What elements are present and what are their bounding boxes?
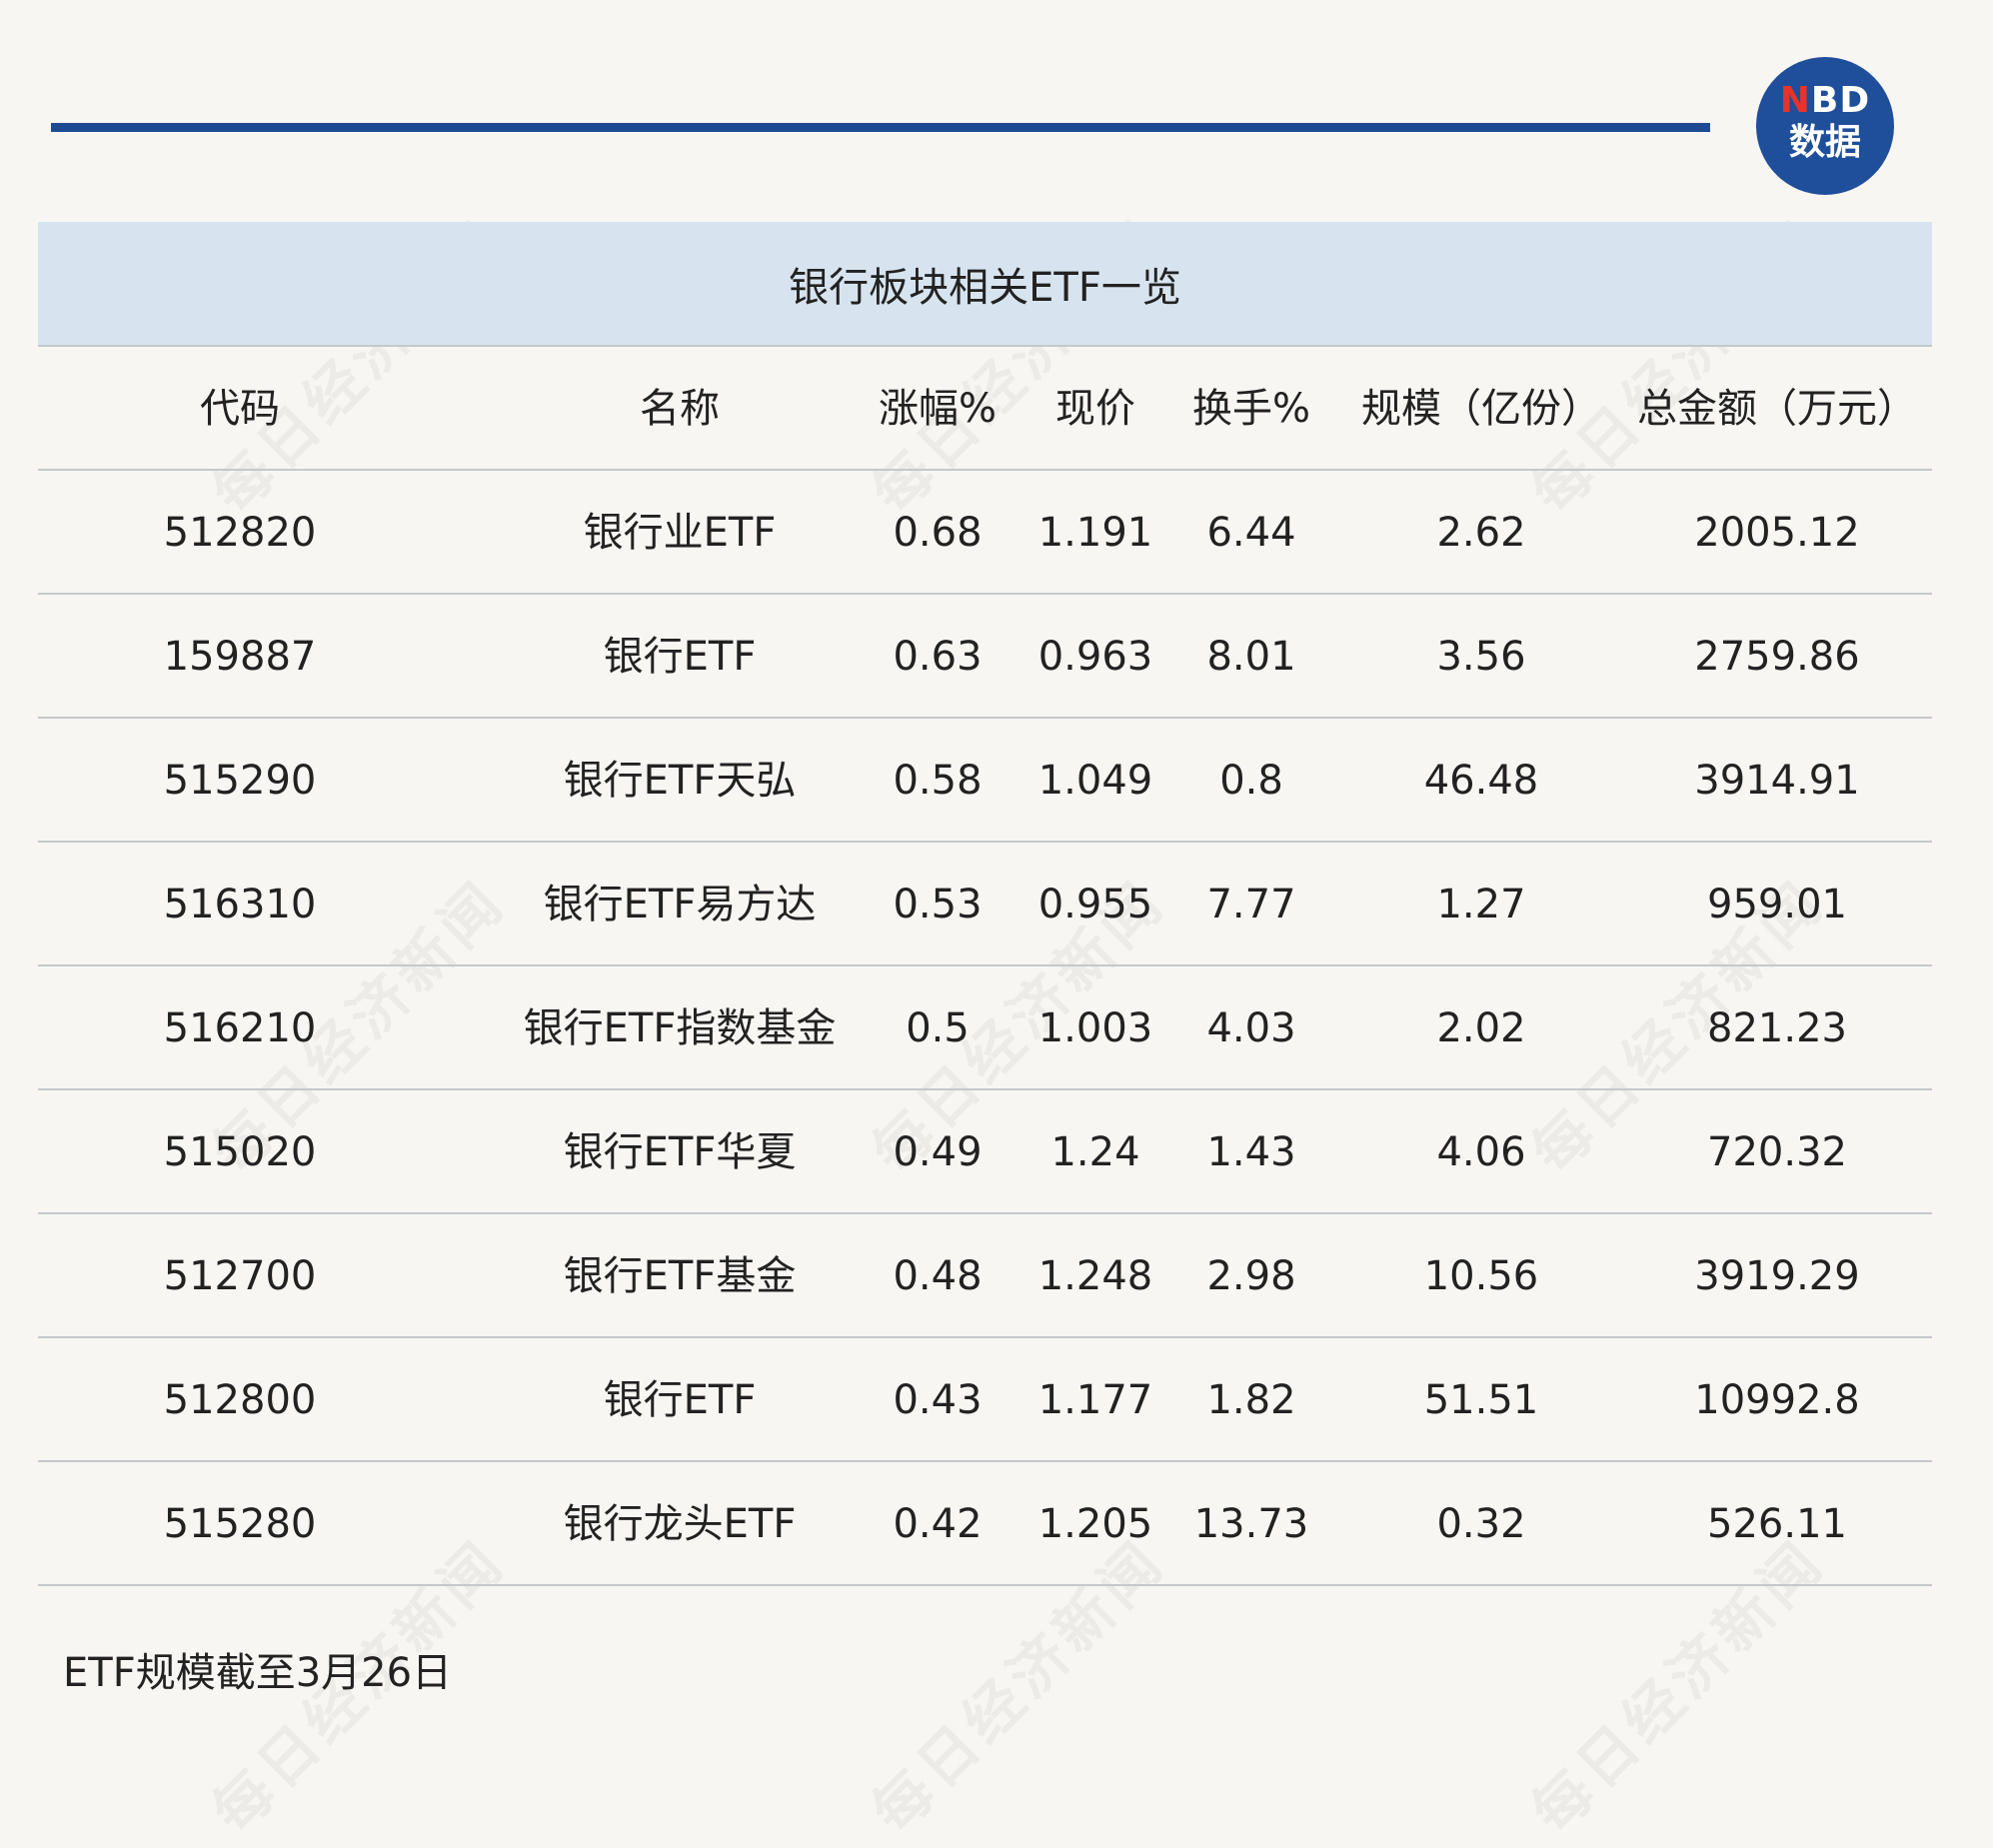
table-row: 516210 银行ETF指数基金 0.5 1.003 4.03 2.02 821.23 xyxy=(38,966,1932,1090)
turnover-pct-cell: 0.8 xyxy=(1219,758,1283,804)
table-row: 515290 银行ETF天弘 0.58 1.049 0.8 46.48 3914.91 xyxy=(38,719,1932,843)
scale-cell: 3.56 xyxy=(1436,634,1526,680)
top-rule xyxy=(51,123,1710,132)
scale-cell: 2.62 xyxy=(1436,510,1526,556)
total-amount-cell: 821.23 xyxy=(1707,1005,1847,1051)
code-cell: 515020 xyxy=(163,1129,317,1175)
table-row: 512820 银行业ETF 0.68 1.191 6.44 2.62 2005.12 xyxy=(38,471,1932,595)
table-row: 512800 银行ETF 0.43 1.177 1.82 51.51 10992.8 xyxy=(38,1338,1932,1462)
header-turnover-pct: 换手% xyxy=(1191,386,1310,432)
scale-cell: 2.02 xyxy=(1436,1005,1526,1051)
total-amount-cell: 2005.12 xyxy=(1694,510,1860,556)
turnover-pct-cell: 2.98 xyxy=(1206,1253,1296,1299)
total-amount-cell: 720.32 xyxy=(1707,1129,1847,1175)
turnover-pct-cell: 13.73 xyxy=(1193,1501,1309,1547)
etf-table: 代码 名称 涨幅% 现价 换手% 规模（亿份） 总金额（万元） 512820 银行… xyxy=(38,347,1932,1586)
table-row: 516310 银行ETF易方达 0.53 0.955 7.77 1.27 959.01 xyxy=(38,843,1932,966)
total-amount-cell: 3914.91 xyxy=(1694,758,1860,804)
logo-line-1: NBD xyxy=(1756,81,1894,121)
code-cell: 512800 xyxy=(163,1377,317,1423)
scale-cell: 51.51 xyxy=(1423,1377,1539,1423)
code-cell: 159887 xyxy=(163,634,317,680)
scale-cell: 4.06 xyxy=(1436,1129,1526,1175)
total-amount-cell: 2759.86 xyxy=(1694,634,1860,680)
turnover-pct-cell: 1.82 xyxy=(1206,1377,1296,1423)
turnover-pct-cell: 1.43 xyxy=(1206,1129,1296,1175)
turnover-pct-cell: 8.01 xyxy=(1206,634,1296,680)
logo-letter-n: N xyxy=(1779,80,1811,121)
table-row: 512700 银行ETF基金 0.48 1.248 2.98 10.56 3919.29 xyxy=(38,1214,1932,1338)
code-cell: 512820 xyxy=(163,510,317,556)
table-title: 银行板块相关ETF一览 xyxy=(38,222,1932,347)
table-row: 515020 银行ETF华夏 0.49 1.24 1.43 4.06 720.32 xyxy=(38,1090,1932,1214)
code-cell: 512700 xyxy=(163,1253,317,1299)
header-scale: 规模（亿份） xyxy=(1361,386,1601,432)
turnover-pct-cell: 7.77 xyxy=(1206,882,1296,927)
total-amount-cell: 959.01 xyxy=(1707,882,1847,927)
code-cell: 515290 xyxy=(163,758,317,804)
table-header-row: 代码 名称 涨幅% 现价 换手% 规模（亿份） 总金额（万元） xyxy=(38,347,1932,471)
total-amount-cell: 526.11 xyxy=(1707,1501,1847,1547)
code-cell: 516210 xyxy=(163,1005,317,1051)
table-body: 512820 银行业ETF 0.68 1.191 6.44 2.62 2005.12 1598… xyxy=(38,471,1932,1586)
code-cell: 515280 xyxy=(163,1501,317,1547)
turnover-pct-cell: 6.44 xyxy=(1206,510,1296,556)
table-row: 515280 银行龙头ETF 0.42 1.205 13.73 0.32 526.11 xyxy=(38,1462,1932,1586)
scale-cell: 0.32 xyxy=(1436,1501,1526,1547)
logo-letters-bd: BD xyxy=(1810,80,1871,121)
scale-cell: 46.48 xyxy=(1423,758,1539,804)
header-total-amount: 总金额（万元） xyxy=(1637,386,1917,432)
scale-cell: 1.27 xyxy=(1436,882,1526,927)
table-row: 159887 银行ETF 0.63 0.963 8.01 3.56 2759.86 xyxy=(38,595,1932,719)
footnote: ETF规模截至3月26日 xyxy=(63,1650,453,1696)
scale-cell: 10.56 xyxy=(1423,1253,1539,1299)
total-amount-cell: 10992.8 xyxy=(1694,1377,1860,1423)
code-cell: 516310 xyxy=(163,882,317,927)
header-code: 代码 xyxy=(200,386,280,432)
nbd-logo: NBD 数据 xyxy=(1756,57,1894,195)
turnover-pct-cell: 4.03 xyxy=(1206,1005,1296,1051)
logo-line-2: 数据 xyxy=(1788,122,1861,163)
total-amount-cell: 3919.29 xyxy=(1694,1253,1860,1299)
